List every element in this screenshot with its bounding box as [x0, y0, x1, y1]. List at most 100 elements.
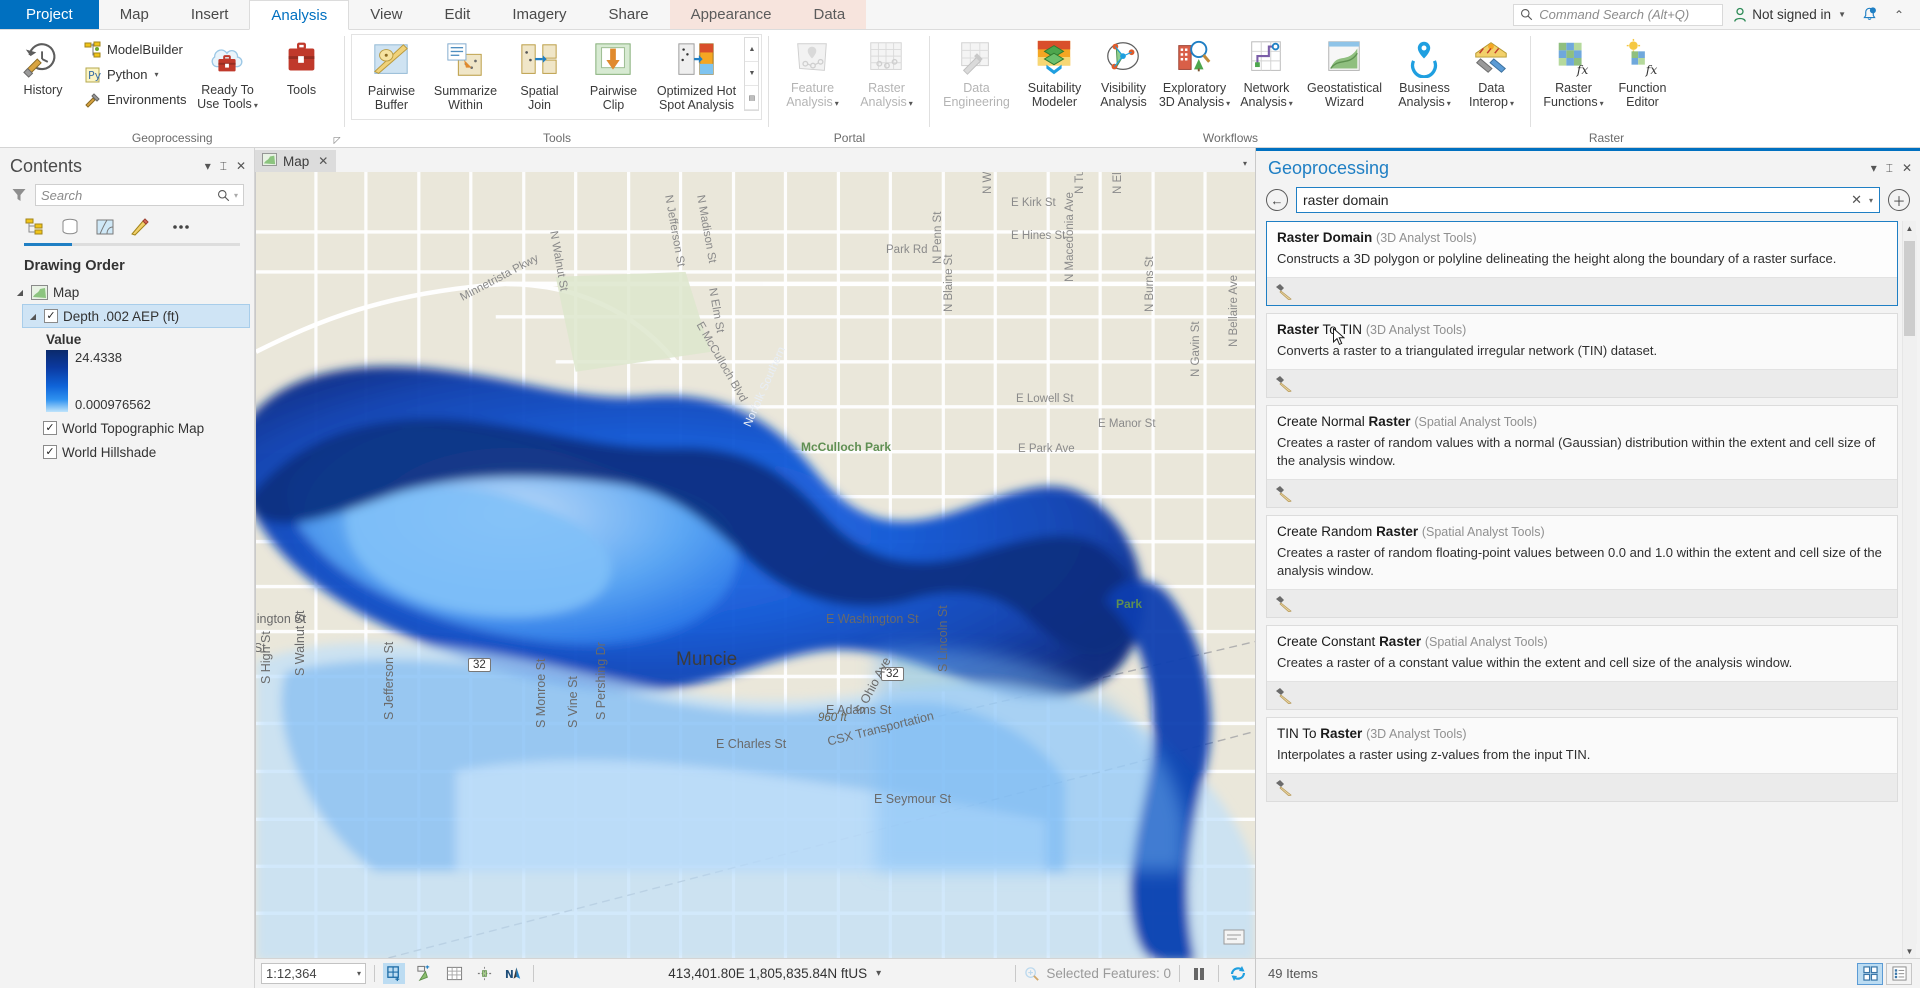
contents-search-input[interactable]: Search ▾: [35, 184, 244, 206]
notifications-button[interactable]: [1856, 3, 1882, 27]
python-button[interactable]: Py Python ▾: [80, 62, 190, 87]
gallery-expand[interactable]: ▤: [745, 86, 759, 110]
tool-result-card[interactable]: Create Constant Raster (Spatial Analyst …: [1266, 624, 1898, 710]
modelbuilder-button[interactable]: ModelBuilder: [80, 37, 190, 62]
raster-analysis-button[interactable]: Raster Analysis ▾: [849, 34, 923, 114]
list-by-drawing-order-icon[interactable]: [24, 216, 46, 238]
layer-row-world-hillshade[interactable]: ✓ World Hillshade: [22, 440, 254, 464]
tabbar-overflow-icon[interactable]: ▾: [1243, 159, 1247, 168]
contents-menu-button[interactable]: ▾: [205, 159, 211, 173]
map-attribution-icon[interactable]: [1223, 927, 1245, 950]
scrollbar-track[interactable]: [1902, 235, 1917, 944]
tools-button[interactable]: Tools: [264, 34, 338, 101]
history-button[interactable]: History: [6, 34, 80, 101]
pause-drawing-button[interactable]: [1188, 963, 1210, 984]
refresh-button[interactable]: [1227, 963, 1249, 984]
scroll-down-icon[interactable]: ▼: [1906, 944, 1914, 958]
tab-data[interactable]: Data: [792, 0, 867, 29]
chevron-down-icon[interactable]: ▾: [1867, 196, 1873, 205]
tab-view[interactable]: View: [349, 0, 423, 29]
geoprocessing-menu-button[interactable]: ▾: [1871, 161, 1877, 175]
back-arrow-icon[interactable]: ←: [1266, 189, 1288, 211]
feature-analysis-button[interactable]: Feature Analysis ▾: [775, 34, 849, 114]
attribute-table-button[interactable]: [443, 963, 465, 984]
close-icon[interactable]: ✕: [318, 154, 328, 168]
list-by-editing-icon[interactable]: [129, 216, 151, 238]
map-coordinates[interactable]: 413,401.80E 1,805,835.84N ftUS ▾: [668, 966, 881, 981]
select-features-button[interactable]: [413, 963, 435, 984]
geoprocessing-search-input[interactable]: raster domain ✕ ▾: [1296, 187, 1880, 213]
expand-collapse-icon[interactable]: ◢: [27, 312, 39, 321]
network-analysis-button[interactable]: Network Analysis ▾: [1234, 34, 1298, 114]
tool-result-card[interactable]: Raster To TIN (3D Analyst Tools) Convert…: [1266, 312, 1898, 398]
contents-close-button[interactable]: ✕: [236, 159, 246, 173]
layer-visibility-checkbox[interactable]: ✓: [43, 421, 57, 435]
geoprocessing-dialog-launcher[interactable]: ◸: [334, 135, 341, 146]
list-by-data-source-icon[interactable]: [59, 216, 81, 238]
geoprocessing-results-scrollbar[interactable]: ▲ ▼: [1902, 221, 1917, 958]
contents-pin-button[interactable]: ⌶: [220, 159, 227, 174]
grid-view-icon[interactable]: [1857, 962, 1883, 985]
gallery-scroll-down[interactable]: ▼: [745, 62, 759, 86]
suitability-modeler-button[interactable]: Suitability Modeler: [1016, 34, 1092, 114]
tab-insert[interactable]: Insert: [170, 0, 250, 29]
chevron-down-icon[interactable]: ▼: [1838, 10, 1846, 19]
data-engineering-button[interactable]: Data Engineering: [936, 34, 1016, 114]
data-interop-button[interactable]: Data Interop ▾: [1458, 34, 1524, 114]
optimized-hot-spot-analysis-button[interactable]: Optimized Hot Spot Analysis: [650, 37, 742, 117]
layer-visibility-checkbox[interactable]: ✓: [43, 445, 57, 459]
visibility-analysis-button[interactable]: Visibility Analysis: [1092, 34, 1154, 114]
chevron-down-icon[interactable]: ▾: [154, 70, 158, 79]
tool-result-card[interactable]: TIN To Raster (3D Analyst Tools) Interpo…: [1266, 716, 1898, 802]
gallery-scroll-up[interactable]: ▲: [745, 38, 759, 62]
spatial-join-button[interactable]: Spatial Join: [502, 37, 576, 117]
layer-visibility-checkbox[interactable]: ✓: [44, 309, 58, 323]
raster-functions-button[interactable]: fx Raster Functions ▾: [1537, 34, 1609, 114]
tool-result-card[interactable]: Create Normal Raster (Spatial Analyst To…: [1266, 404, 1898, 508]
filter-icon[interactable]: [10, 186, 28, 204]
list-by-selection-icon[interactable]: [94, 216, 116, 238]
pairwise-clip-button[interactable]: Pairwise Clip: [576, 37, 650, 117]
gallery-scroll-buttons[interactable]: ▲ ▼ ▤: [744, 37, 760, 111]
ready-to-use-tools-button[interactable]: Ready To Use Tools ▾: [190, 34, 264, 116]
environments-button[interactable]: Environments: [80, 87, 190, 112]
geoprocessing-pin-button[interactable]: ⌶: [1886, 161, 1893, 176]
tab-imagery[interactable]: Imagery: [491, 0, 587, 29]
tab-share[interactable]: Share: [588, 0, 670, 29]
collapse-ribbon-button[interactable]: ⌃: [1886, 3, 1912, 27]
map-view-tab[interactable]: Map ✕: [255, 150, 337, 172]
layer-row-world-topographic[interactable]: ✓ World Topographic Map: [22, 416, 254, 440]
tool-result-card[interactable]: Raster Domain (3D Analyst Tools) Constru…: [1266, 221, 1898, 306]
command-search-input[interactable]: Command Search (Alt+Q): [1513, 3, 1724, 26]
chevron-down-icon[interactable]: ▾: [357, 969, 361, 978]
expand-collapse-icon[interactable]: ◢: [14, 288, 26, 297]
layer-row-depth[interactable]: ◢ ✓ Depth .002 AEP (ft): [22, 304, 250, 328]
scrollbar-thumb[interactable]: [1903, 241, 1915, 336]
tab-appearance[interactable]: Appearance: [669, 0, 793, 29]
contents-search-dropdown[interactable]: ▾: [234, 191, 238, 200]
account-button[interactable]: Not signed in ▼: [1727, 7, 1852, 23]
clear-icon[interactable]: ✕: [1846, 192, 1867, 208]
business-analysis-button[interactable]: Business Analysis ▾: [1390, 34, 1458, 114]
geoprocessing-close-button[interactable]: ✕: [1902, 161, 1912, 175]
summarize-within-button[interactable]: Summarize Within: [428, 37, 502, 117]
explore-tool-button[interactable]: [383, 963, 405, 984]
map-scale-combobox[interactable]: 1:12,364 ▾: [261, 963, 366, 984]
scroll-up-icon[interactable]: ▲: [1906, 221, 1914, 235]
exploratory-3d-analysis-button[interactable]: Exploratory 3D Analysis ▾: [1154, 34, 1234, 114]
pairwise-buffer-button[interactable]: Pairwise Buffer: [354, 37, 428, 117]
north-arrow-button[interactable]: N: [503, 963, 525, 984]
geostatistical-wizard-button[interactable]: Geostatistical Wizard: [1298, 34, 1390, 114]
contents-more-options-icon[interactable]: [170, 216, 192, 238]
map-canvas[interactable]: Muncie McCulloch Park Park 32 32 960 ft …: [255, 172, 1255, 958]
add-icon[interactable]: ＋: [1888, 189, 1910, 211]
tool-result-card[interactable]: Create Random Raster (Spatial Analyst To…: [1266, 514, 1898, 618]
tab-analysis[interactable]: Analysis: [249, 0, 350, 30]
tree-node-map[interactable]: ◢ Map: [6, 280, 254, 304]
tab-project[interactable]: Project: [0, 0, 99, 29]
tab-edit[interactable]: Edit: [424, 0, 492, 29]
list-view-icon[interactable]: [1886, 962, 1912, 985]
measure-tool-button[interactable]: [473, 963, 495, 984]
tab-map[interactable]: Map: [99, 0, 170, 29]
function-editor-button[interactable]: fx Function Editor: [1609, 34, 1675, 114]
